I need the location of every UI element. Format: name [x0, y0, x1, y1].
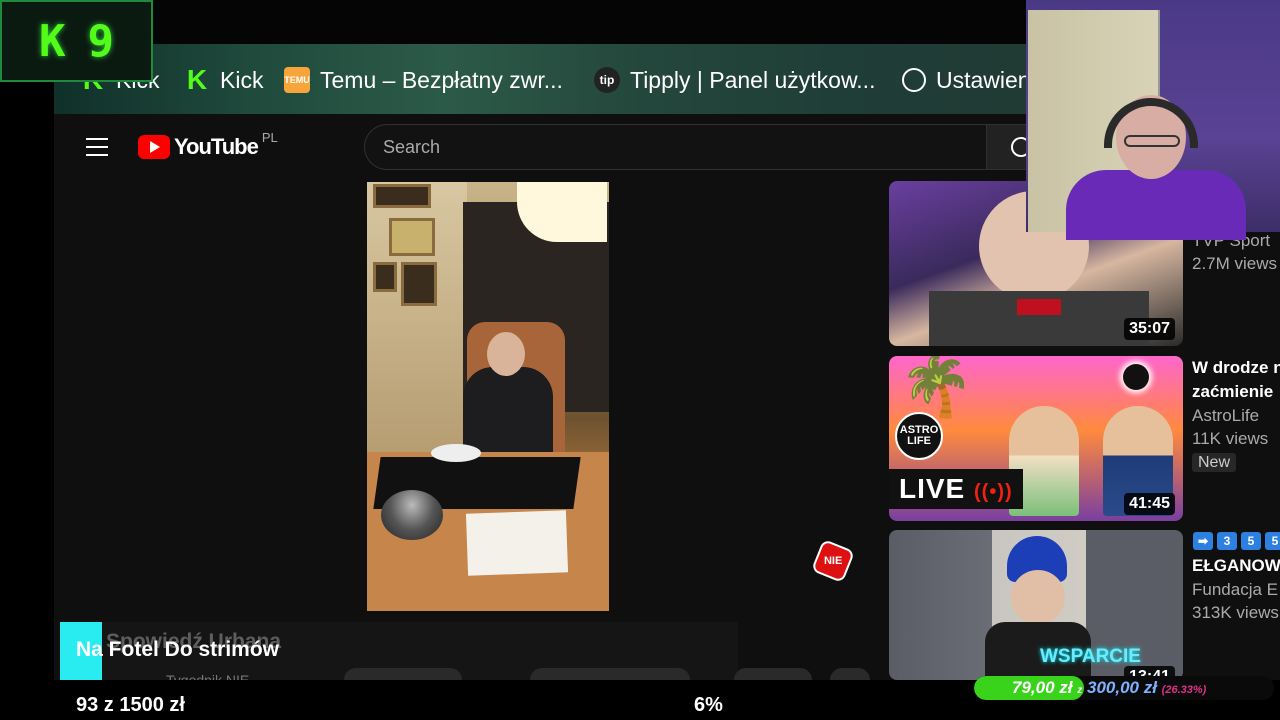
related-2-title-line2[interactable]: zaćmienie [1192, 382, 1273, 402]
tipply-icon: tip [594, 67, 620, 93]
related-thumbnail-2[interactable]: 🌴 ASTRO LIFE LIVE ((•)) 41:45 [889, 356, 1183, 521]
ghost-button [830, 668, 870, 680]
ticker-ghost-channel: Tygodnik NIE [166, 672, 250, 680]
digit-icon: 5 [1265, 532, 1280, 550]
bookmark-label: Tipply | Panel użytkow... [630, 66, 876, 93]
temu-icon: TEMU [284, 67, 310, 93]
related-1-views: 2.7M views [1192, 254, 1278, 273]
bookmark-tipply[interactable]: tip Tipply | Panel użytkow... [594, 62, 875, 98]
bookmark-label: Kick [220, 66, 264, 93]
ghost-button [530, 668, 690, 680]
ghost-button [344, 668, 462, 680]
wsparcie-overlay: WSPARCIE [1040, 646, 1141, 667]
donation-current: 79,00 [1012, 678, 1055, 697]
related-3-title[interactable]: EŁGANOW [1192, 556, 1280, 576]
related-2-views: 11K views [1192, 429, 1269, 448]
related-2-title-line1[interactable]: W drodze n [1192, 358, 1280, 378]
logo-letter: K [39, 15, 66, 67]
donation-connector: z [1077, 685, 1083, 696]
digit-icon: 3 [1217, 532, 1237, 550]
paper-sheet [465, 510, 569, 576]
donation-percent: (26.33%) [1161, 684, 1207, 696]
country-code: PL [261, 129, 278, 145]
related-2-channel[interactable]: AstroLife [1192, 406, 1259, 426]
kick-icon: K [186, 64, 208, 95]
search-input[interactable]: Search [364, 124, 986, 170]
webcam-overlay [1026, 0, 1280, 240]
ticker-text: Na Fotel Do strimów [76, 638, 280, 661]
bookmark-settings[interactable]: Ustawien [902, 62, 1031, 98]
broadcast-icon: ((•)) [974, 481, 1013, 503]
ashtray [381, 490, 443, 540]
astro-life-logo: ASTRO LIFE [895, 412, 943, 460]
youtube-logo[interactable]: YouTube PL [138, 130, 278, 160]
live-label: LIVE ((•)) [889, 469, 1023, 509]
bookmark-label: Ustawien [936, 66, 1031, 93]
eclipse-icon [1123, 364, 1149, 390]
main-video[interactable] [367, 182, 609, 611]
search-button[interactable] [986, 124, 1031, 170]
youtube-wordmark: YouTube [174, 134, 259, 159]
ghost-button [734, 668, 812, 680]
duration-badge: 41:45 [1124, 493, 1175, 515]
donation-text: 79,00 zł z 300,00 zł (26.33%) [1012, 678, 1206, 698]
channel-logo: K 9 [0, 0, 153, 82]
donation-target: 300,00 zł [1086, 678, 1157, 697]
bookmark-kick-2[interactable]: K Kick [184, 62, 264, 98]
stream-canvas: K Kick K Kick TEMU Temu – Bezpłatny zwr.… [0, 0, 1280, 720]
bookmark-label: Temu – Bezpłatny zwr... [320, 66, 563, 93]
search-placeholder: Search [383, 136, 441, 157]
related-3-channel[interactable]: Fundacja E [1192, 580, 1278, 600]
goal-percent: 6% [694, 694, 723, 716]
emoji-row: ➡ 3 5 5 [1193, 532, 1280, 550]
duration-badge: 35:07 [1124, 318, 1175, 340]
bowtie [1017, 299, 1061, 315]
related-3-views: 313K views [1192, 603, 1279, 622]
arrow-icon: ➡ [1193, 532, 1213, 550]
coffee-cup [431, 444, 481, 462]
globe-icon [902, 68, 926, 92]
logo-number: 9 [87, 15, 115, 67]
goal-counter: 93 z 1500 zł [76, 694, 185, 716]
donation-unit: zł [1059, 678, 1073, 697]
bookmarks-bar: K Kick K Kick TEMU Temu – Bezpłatny zwr.… [54, 44, 1031, 114]
digit-icon: 5 [1241, 532, 1261, 550]
youtube-play-icon [138, 135, 170, 159]
new-badge: New [1192, 453, 1237, 472]
bookmark-temu[interactable]: TEMU Temu – Bezpłatny zwr... [284, 62, 563, 98]
menu-icon[interactable] [86, 138, 108, 156]
